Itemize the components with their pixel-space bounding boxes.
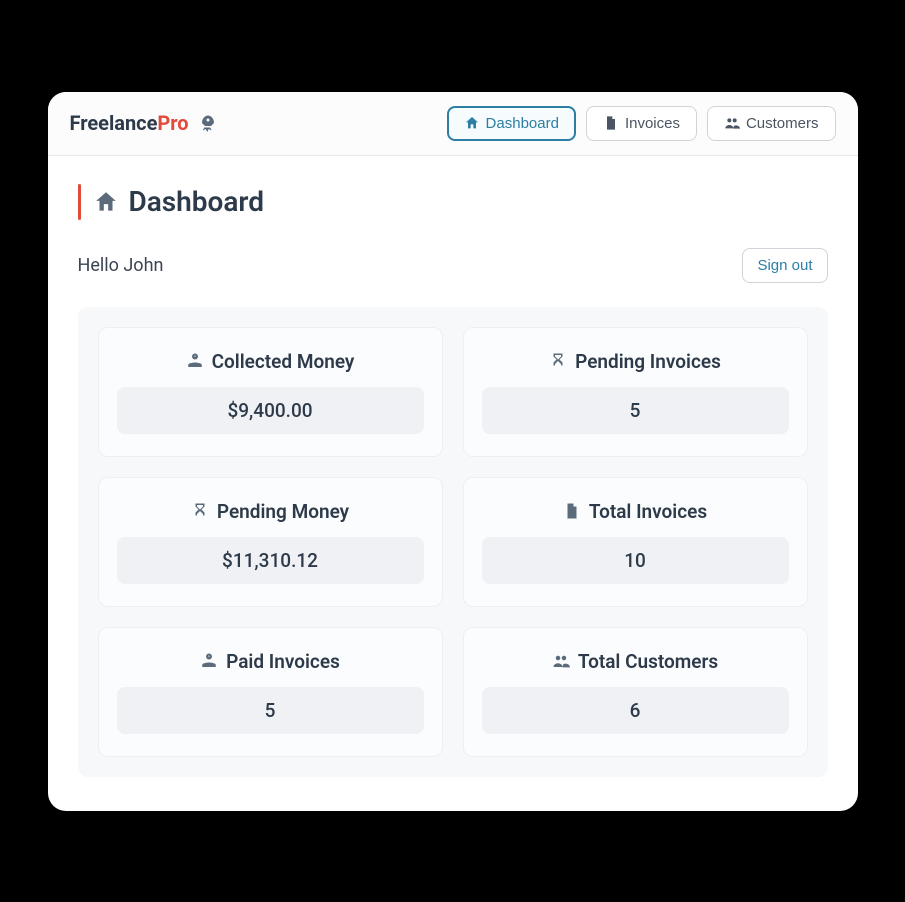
file-money-icon xyxy=(563,502,581,520)
nav-dashboard[interactable]: Dashboard xyxy=(447,106,576,141)
page-title-text: Dashboard xyxy=(129,185,265,218)
card-label: Pending Money xyxy=(217,500,349,523)
hourglass-icon xyxy=(549,352,567,370)
content-area: Dashboard Hello John Sign out Collected … xyxy=(48,156,858,811)
card-label: Collected Money xyxy=(212,350,355,373)
page-title: Dashboard xyxy=(93,185,265,218)
app-window: FreelancePro Dashboard Invoices xyxy=(48,92,858,811)
nav-invoices-label: Invoices xyxy=(625,115,680,132)
card-collected-money: Collected Money $9,400.00 xyxy=(98,327,443,457)
stats-grid: Collected Money $9,400.00 Pending Invoic… xyxy=(78,307,828,777)
accent-bar xyxy=(78,184,81,220)
card-total-customers: Total Customers 6 xyxy=(463,627,808,757)
nav-customers[interactable]: Customers xyxy=(707,106,836,141)
users-icon xyxy=(724,115,740,131)
home-icon xyxy=(464,115,480,131)
users-icon xyxy=(552,652,570,670)
brand-text: FreelancePro xyxy=(70,111,189,135)
card-label: Total Invoices xyxy=(589,500,707,523)
card-pending-money: Pending Money $11,310.12 xyxy=(98,477,443,607)
page-title-row: Dashboard xyxy=(78,184,828,220)
hourglass-icon xyxy=(191,502,209,520)
card-value: 6 xyxy=(482,687,789,734)
card-value: 5 xyxy=(117,687,424,734)
greeting-text: Hello John xyxy=(78,255,164,276)
card-value: $9,400.00 xyxy=(117,387,424,434)
card-label: Pending Invoices xyxy=(575,350,721,373)
home-icon xyxy=(93,189,119,215)
rocket-icon xyxy=(199,114,217,132)
brand-logo: FreelancePro xyxy=(70,111,217,135)
card-label: Paid Invoices xyxy=(226,650,340,673)
file-icon xyxy=(603,115,619,131)
nav-customers-label: Customers xyxy=(746,115,819,132)
card-total-invoices: Total Invoices 10 xyxy=(463,477,808,607)
card-value: 10 xyxy=(482,537,789,584)
hand-money-icon xyxy=(200,652,218,670)
signout-button[interactable]: Sign out xyxy=(742,248,827,283)
signout-label: Sign out xyxy=(757,257,812,274)
card-paid-invoices: Paid Invoices 5 xyxy=(98,627,443,757)
card-label: Total Customers xyxy=(578,650,718,673)
hand-money-icon xyxy=(186,352,204,370)
card-pending-invoices: Pending Invoices 5 xyxy=(463,327,808,457)
nav-invoices[interactable]: Invoices xyxy=(586,106,697,141)
nav-dashboard-label: Dashboard xyxy=(486,115,559,132)
greeting-row: Hello John Sign out xyxy=(78,248,828,283)
topbar: FreelancePro Dashboard Invoices xyxy=(48,92,858,156)
card-value: $11,310.12 xyxy=(117,537,424,584)
card-value: 5 xyxy=(482,387,789,434)
nav-buttons: Dashboard Invoices Customers xyxy=(447,106,836,141)
